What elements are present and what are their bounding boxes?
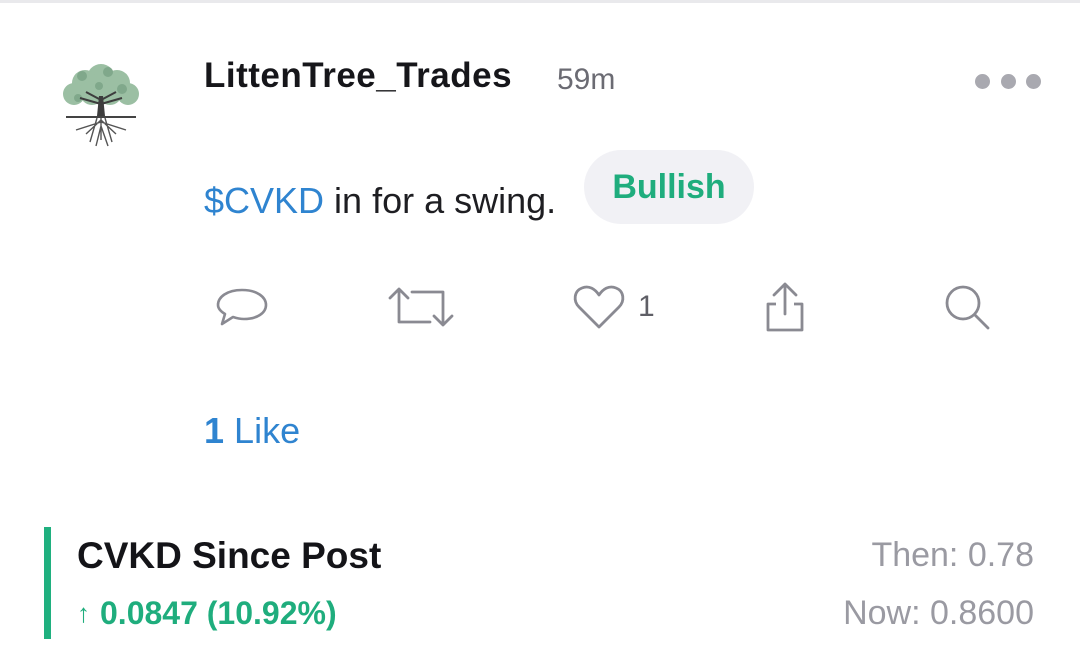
now-price: Now: 0.8600 [843, 594, 1034, 632]
share-button[interactable] [762, 280, 808, 334]
search-icon [945, 285, 990, 330]
post-body: $CVKD in for a swing. [204, 180, 556, 222]
price-change: ↑ 0.0847 (10.92%) [77, 595, 337, 632]
heart-icon [573, 285, 625, 329]
search-button[interactable] [940, 280, 994, 334]
more-dot-icon [1026, 73, 1041, 89]
post-timestamp: 59m [557, 63, 616, 96]
price-change-value: 0.0847 (10.92%) [100, 595, 337, 631]
likes-summary-count: 1 [204, 410, 225, 451]
top-divider [0, 0, 1080, 3]
likes-summary-label: Like [234, 410, 301, 451]
more-dot-icon [1000, 73, 1016, 89]
username[interactable]: LittenTree_Trades [204, 56, 512, 96]
sentiment-badge: Bullish [584, 150, 754, 224]
ticker-link[interactable]: $CVKD [204, 180, 324, 221]
avatar[interactable] [52, 56, 150, 154]
repost-icon [388, 287, 454, 327]
since-post-title: CVKD Since Post [77, 535, 382, 576]
comment-button[interactable] [214, 280, 270, 334]
like-button[interactable]: 1 [572, 280, 655, 334]
since-post-card[interactable]: CVKD Since Post ↑ 0.0847 (10.92%) Then: … [44, 527, 1044, 639]
repost-button[interactable] [386, 280, 456, 334]
up-arrow-icon: ↑ [77, 598, 90, 628]
more-dot-icon [975, 73, 990, 89]
like-count: 1 [638, 290, 655, 323]
likes-summary-link[interactable]: 1 Like [204, 410, 300, 452]
post-text: in for a swing. [324, 180, 557, 221]
more-options-button[interactable] [975, 66, 1041, 96]
comment-icon [216, 288, 268, 326]
share-icon [766, 282, 804, 332]
tree-logo-icon [63, 64, 139, 147]
accent-bar [44, 527, 51, 639]
then-price: Then: 0.78 [871, 536, 1034, 574]
